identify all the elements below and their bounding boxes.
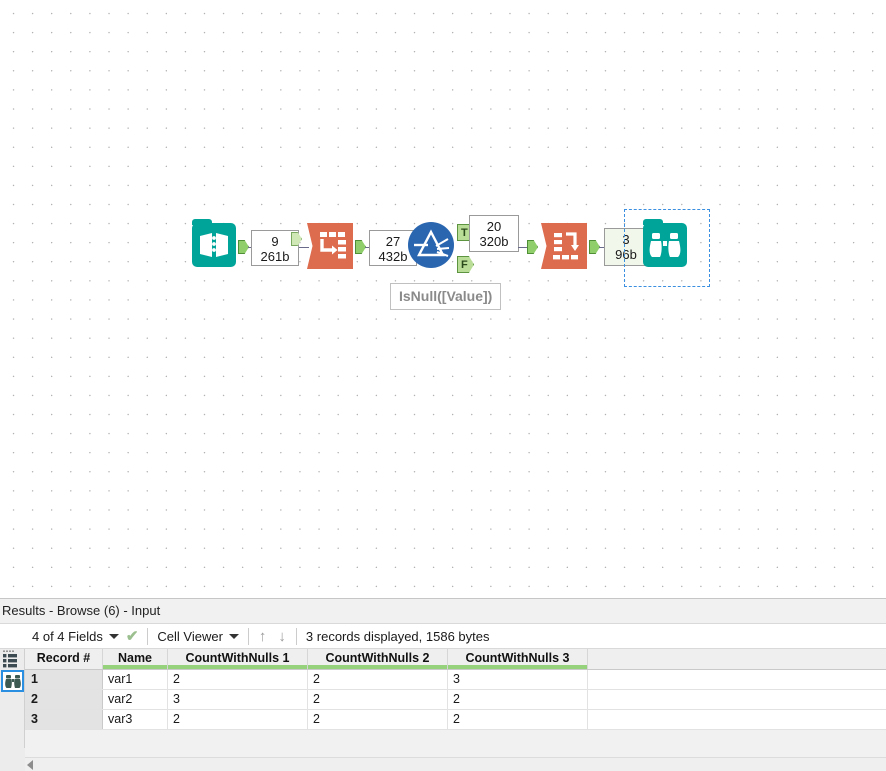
cell-record: 2 — [25, 690, 103, 709]
cell-viewer-selector[interactable]: Cell Viewer — [150, 623, 246, 649]
toolbar-divider — [295, 627, 297, 645]
check-icon[interactable]: ✔ — [126, 629, 139, 644]
scrollbar-corner — [0, 748, 25, 771]
column-header-n1[interactable]: CountWithNulls 1 — [168, 649, 308, 669]
column-header-n2[interactable]: CountWithNulls 2 — [308, 649, 448, 669]
input-anchor-cross-tab[interactable] — [527, 240, 538, 254]
binoculars-icon — [643, 219, 687, 267]
conn-3-records: 20 — [486, 219, 502, 234]
toolbar-divider — [247, 627, 249, 645]
cell-record: 1 — [25, 670, 103, 689]
cell-n1: 2 — [168, 670, 308, 689]
chevron-down-icon[interactable] — [108, 633, 119, 639]
column-header-name[interactable]: Name — [103, 649, 168, 669]
column-header-record[interactable]: Record # — [25, 649, 103, 669]
record-status: 3 records displayed, 1586 bytes — [299, 623, 497, 649]
conn-1-size: 261b — [260, 249, 290, 264]
cell-n2: 2 — [308, 670, 448, 689]
tool-filter[interactable] — [408, 222, 454, 268]
cell-n2: 2 — [308, 690, 448, 709]
filter-expression-label: IsNull([Value]) — [390, 283, 502, 310]
cell-record: 3 — [25, 710, 103, 729]
input-anchor-transpose[interactable] — [291, 232, 302, 246]
cell-name: var2 — [103, 690, 168, 709]
open-book-icon — [192, 219, 236, 267]
cross-tab-icon — [541, 223, 587, 269]
fields-label: 4 of 4 Fields — [32, 628, 103, 644]
column-header-n3[interactable]: CountWithNulls 3 — [448, 649, 588, 669]
cell-name: var3 — [103, 710, 168, 729]
tool-browse[interactable] — [643, 219, 689, 269]
filter-false-anchor[interactable]: F — [457, 256, 474, 273]
horizontal-scrollbar[interactable] — [25, 757, 886, 771]
results-toolbar: 4 of 4 Fields ✔ Cell Viewer ↑ ↓ 3 record… — [0, 623, 886, 649]
tool-input-data[interactable] — [192, 219, 238, 269]
fields-selector[interactable]: 4 of 4 Fields ✔ — [25, 623, 145, 649]
transpose-icon — [307, 223, 353, 269]
cell-n1: 3 — [168, 690, 308, 709]
browse-tool-tab[interactable] — [1, 670, 24, 692]
cell-n2: 2 — [308, 710, 448, 729]
table-row[interactable]: 2 var2 3 2 2 — [25, 690, 886, 710]
tool-transpose[interactable] — [307, 223, 353, 269]
cell-name: var1 — [103, 670, 168, 689]
toolbar-divider — [147, 627, 149, 645]
results-empty-area — [25, 732, 886, 757]
cell-n3: 3 — [448, 670, 588, 689]
table-row[interactable]: 3 var3 2 2 2 — [25, 710, 886, 730]
filter-prism-icon — [408, 222, 454, 268]
cell-n3: 2 — [448, 710, 588, 729]
filter-true-label: T — [461, 227, 468, 239]
filter-false-label: F — [461, 259, 468, 271]
cell-viewer-label: Cell Viewer — [157, 628, 223, 644]
results-gutter — [0, 649, 25, 749]
results-table: Record # Name CountWithNulls 1 CountWith… — [25, 649, 886, 730]
chevron-down-icon[interactable] — [228, 633, 239, 639]
scroll-left-arrow-icon[interactable] — [27, 760, 33, 770]
record-status-text: 3 records displayed, 1586 bytes — [305, 628, 490, 644]
table-header-row: Record # Name CountWithNulls 1 CountWith… — [25, 649, 886, 670]
scroll-up-button[interactable]: ↑ — [259, 629, 267, 644]
cell-n3: 2 — [448, 690, 588, 709]
scroll-down-button[interactable]: ↓ — [278, 629, 286, 644]
cell-n1: 2 — [168, 710, 308, 729]
tool-cross-tab[interactable] — [541, 223, 587, 269]
connection-label-3: 20 320b — [469, 215, 519, 252]
results-panel-title: Results - Browse (6) - Input — [0, 599, 886, 623]
table-row[interactable]: 1 var1 2 2 3 — [25, 670, 886, 690]
field-list-icon[interactable] — [3, 650, 22, 669]
conn-3-size: 320b — [479, 234, 509, 249]
workflow-canvas[interactable]: 9 261b 27 432b T F 20 320b IsNull([Value… — [0, 0, 886, 598]
